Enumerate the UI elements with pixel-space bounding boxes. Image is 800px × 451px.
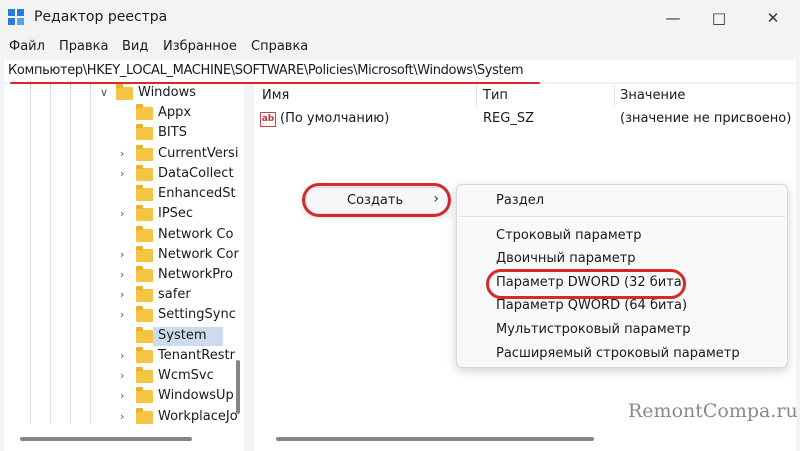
registry-editor-icon [8,9,26,27]
row-name[interactable]: (По умолчанию) [280,111,389,126]
column-header-name[interactable]: Имя [262,88,289,103]
chevron-right-icon[interactable]: › [120,288,124,301]
menu-edit[interactable]: Правка [59,39,108,54]
maximize-button[interactable]: □ [696,0,742,36]
menu-bar: Файл Правка Вид Избранное Справка [0,36,800,58]
chevron-right-icon[interactable]: › [120,248,124,261]
column-header-value[interactable]: Значение [620,88,685,103]
menu-item-binary-value[interactable]: Двоичный параметр [496,251,636,266]
folder-icon [136,367,153,383]
chevron-down-icon[interactable]: ∨ [100,86,108,99]
row-type: REG_SZ [483,111,534,126]
annotation-ring [302,183,451,217]
menu-item-expandable-string-value[interactable]: Расширяемый строковый параметр [496,346,740,361]
minimize-button[interactable]: — [650,0,696,36]
list-horizontal-scrollbar[interactable] [276,437,594,441]
chevron-right-icon[interactable]: › [120,349,124,362]
folder-icon [136,205,153,221]
folder-icon [136,286,153,302]
chevron-right-icon[interactable]: › [120,268,124,281]
folder-icon [136,145,153,161]
tree-horizontal-scrollbar[interactable] [20,437,192,441]
registry-tree[interactable]: ∨ Windows Appx BITS › CurrentVersi › Dat… [4,84,244,451]
address-path[interactable]: Компьютер\HKEY_LOCAL_MACHINE\SOFTWARE\Po… [8,63,524,78]
pane-splitter[interactable] [244,84,254,451]
folder-icon [136,226,153,242]
folder-icon [136,266,153,282]
menu-favorites[interactable]: Избранное [163,39,237,54]
folder-icon [116,84,133,100]
folder-icon [136,165,153,181]
string-value-icon: ab [260,112,276,127]
folder-icon [136,104,153,120]
chevron-right-icon[interactable]: › [120,389,124,402]
folder-icon [136,387,153,403]
menu-item-string-value[interactable]: Строковый параметр [496,228,641,243]
row-value: (значение не присвоено) [620,111,792,126]
window-title: Редактор реестра [34,9,168,25]
chevron-right-icon[interactable]: › [120,167,124,180]
folder-icon [136,124,153,140]
folder-icon [136,185,153,201]
folder-icon [136,327,153,343]
folder-icon [136,347,153,363]
chevron-right-icon[interactable]: › [120,369,124,382]
chevron-right-icon[interactable]: › [120,147,124,160]
menu-item-qword-value[interactable]: Параметр QWORD (64 бита) [496,298,687,313]
menu-separator [459,216,785,217]
folder-icon [136,306,153,322]
tree-vertical-scrollbar[interactable] [236,360,240,414]
folder-icon [136,408,153,424]
watermark: RemontCompa.ru [628,400,798,422]
close-button[interactable]: ✕ [750,0,796,36]
menu-item-multistring-value[interactable]: Мультистроковый параметр [496,322,690,337]
menu-file[interactable]: Файл [9,39,45,54]
annotation-ring [486,269,686,299]
column-header-type[interactable]: Тип [483,88,508,103]
menu-view[interactable]: Вид [122,39,148,54]
folder-icon [136,246,153,262]
chevron-right-icon[interactable]: › [120,207,124,220]
menu-help[interactable]: Справка [251,39,308,54]
chevron-right-icon[interactable]: › [120,410,124,423]
address-bar[interactable]: Компьютер\HKEY_LOCAL_MACHINE\SOFTWARE\Po… [4,60,796,82]
title-bar: Редактор реестра — □ ✕ [0,0,800,36]
menu-item-key[interactable]: Раздел [496,193,544,208]
chevron-right-icon[interactable]: › [120,308,124,321]
